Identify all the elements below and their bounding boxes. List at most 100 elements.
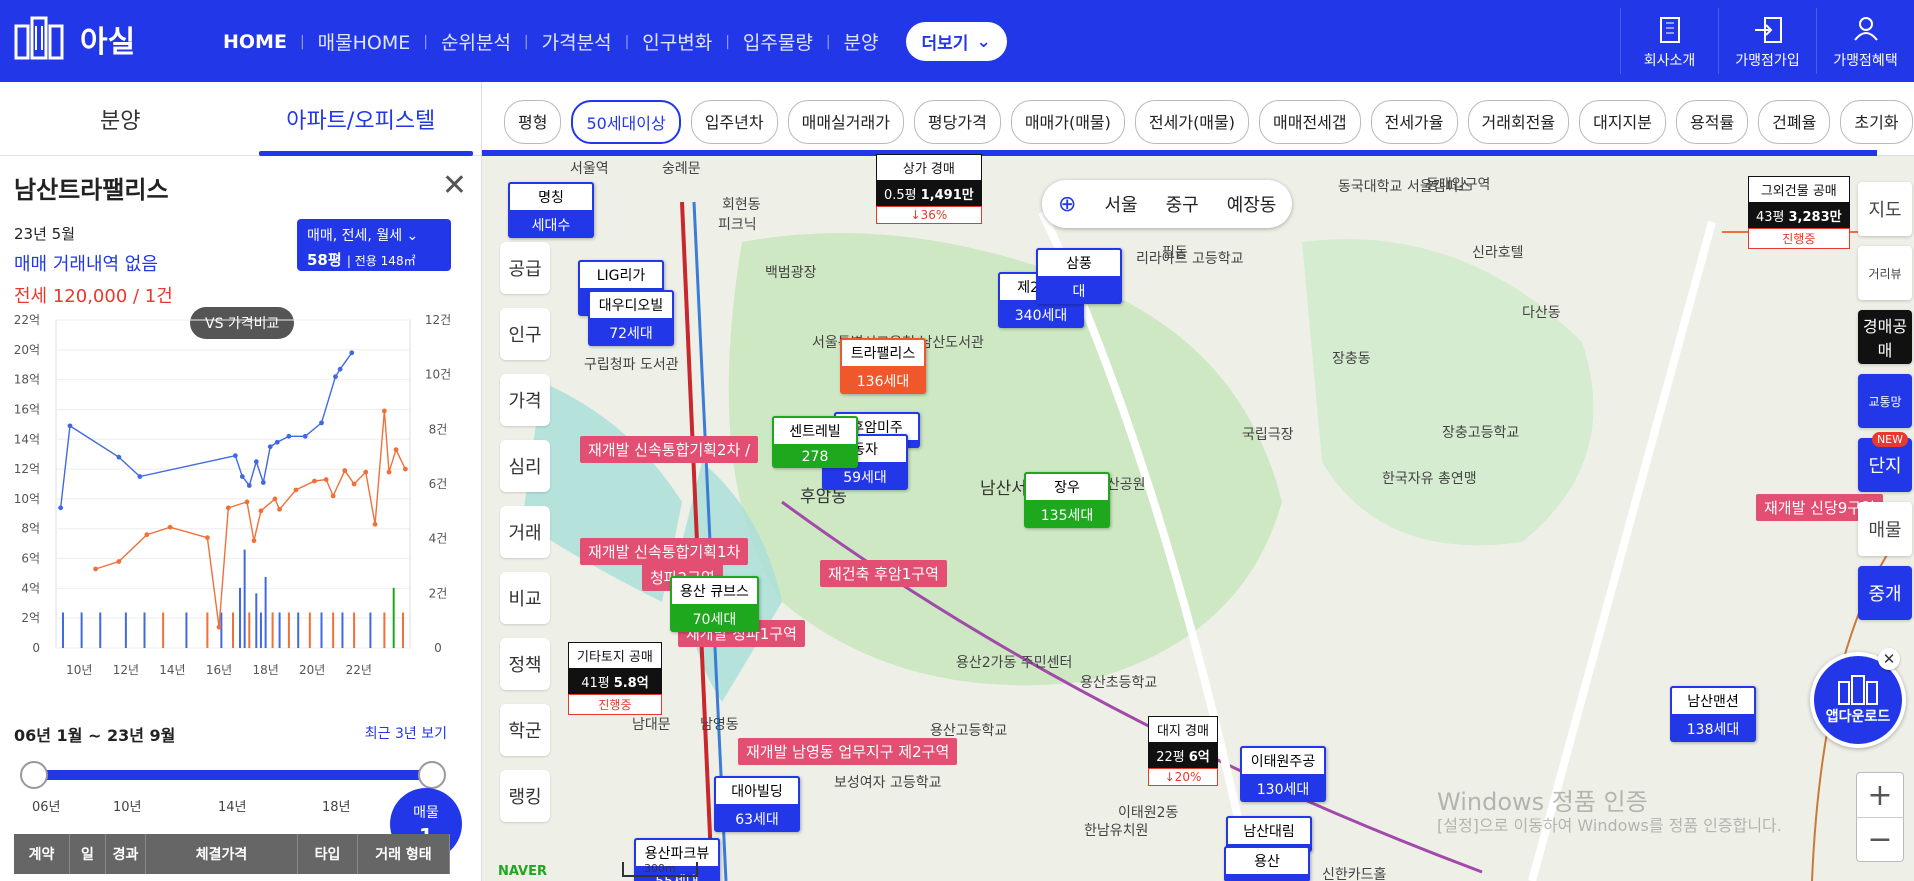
complex-marker[interactable]: 이태원주공 130세대 — [1240, 746, 1326, 802]
price-point — [167, 524, 173, 530]
left-tool-button[interactable]: 심리 — [500, 440, 550, 492]
nav-price-analysis[interactable]: 가격분석 — [529, 28, 625, 55]
auction-title: 대지 경매 — [1148, 716, 1218, 743]
auction-marker[interactable]: 대지 경매 22평 6억 ↓20% — [1148, 716, 1218, 786]
left-tool-button[interactable]: 거래 — [500, 506, 550, 558]
price-point — [393, 447, 399, 453]
filter-chip[interactable]: 평형 — [504, 100, 562, 144]
volume-bar — [124, 612, 127, 648]
right-tool-button[interactable]: 지도 — [1858, 182, 1912, 236]
auction-price: 43평 3,283만 — [1748, 203, 1850, 228]
y-right-tick-label: 10건 — [425, 368, 451, 382]
filter-chip[interactable]: 용적률 — [1676, 100, 1749, 144]
zoom-out-button[interactable]: − — [1857, 817, 1903, 861]
type-size: 58평 — [307, 251, 342, 269]
auction-marker[interactable]: 그외건물 공매 43평 3,283만 진행중 — [1748, 176, 1850, 249]
tab-presale[interactable]: 분양 — [0, 82, 241, 155]
filter-chip[interactable]: 입주년차 — [690, 100, 778, 144]
right-tool-button[interactable]: 매물 — [1858, 502, 1912, 556]
filter-chip[interactable]: 건폐율 — [1758, 100, 1831, 144]
right-tool-button[interactable]: 거리뷰 — [1858, 246, 1912, 300]
nav-supply[interactable]: 입주물량 — [730, 28, 826, 55]
complex-marker[interactable]: 대우디오빌 72세대 — [588, 290, 674, 346]
filter-chip[interactable]: 매매실거래가 — [787, 100, 904, 144]
franchise-benefit-link[interactable]: 가맹점혜택 — [1816, 8, 1914, 74]
more-button[interactable]: 더보기 ⌄ — [905, 22, 1007, 61]
left-tool-button[interactable]: 비교 — [500, 572, 550, 624]
price-point — [144, 532, 150, 538]
crosshair-icon[interactable]: ⊕ — [1058, 192, 1076, 217]
franchise-join-link[interactable]: 가맹점가입 — [1718, 8, 1816, 74]
volume-bar — [99, 612, 102, 648]
zoom-in-button[interactable]: + — [1857, 773, 1903, 817]
complex-marker[interactable]: 센트레빌 278 — [772, 416, 858, 468]
left-tool-button[interactable]: 학군 — [500, 704, 550, 756]
slider-start-handle[interactable] — [20, 761, 48, 789]
filter-chip[interactable]: 매매전세갭 — [1259, 100, 1361, 144]
volume-bar — [80, 612, 83, 648]
price-point — [216, 624, 222, 630]
period-slider[interactable] — [20, 761, 446, 789]
redevelopment-label[interactable]: 재개발 신속통합기획1차 — [580, 538, 749, 565]
complex-marker-name: 용산 — [1224, 846, 1310, 876]
company-intro-link[interactable]: 회사소개 — [1620, 8, 1718, 74]
complex-marker[interactable]: 대아빌딩 63세대 — [714, 776, 800, 832]
recent-3-years-link[interactable]: 최근 3년 보기 — [365, 723, 447, 743]
right-tool-button[interactable]: 중개 — [1858, 566, 1912, 620]
nav-population[interactable]: 인구변화 — [629, 28, 725, 55]
filter-scroll-indicator[interactable] — [482, 150, 1877, 156]
right-tool-button[interactable]: 교통망 — [1858, 374, 1912, 428]
table-header-cell: 거래 형태 — [358, 834, 450, 874]
left-tool-button[interactable]: 가격 — [500, 374, 550, 426]
location-city[interactable]: 서울 — [1104, 191, 1137, 217]
map-place-label: 장충고등학교 — [1442, 425, 1520, 441]
filter-chip[interactable]: 50세대이상 — [571, 100, 681, 144]
complex-marker[interactable]: 용산 — [1224, 846, 1310, 881]
right-tool-button[interactable]: 경매공매 — [1858, 310, 1912, 364]
redevelopment-label[interactable]: 재개발 신속통합기획2차 / — [580, 436, 759, 463]
tab-apartment-officetel[interactable]: 아파트/오피스텔 — [241, 82, 482, 156]
complex-marker[interactable]: 용산 큐브스 70세대 — [670, 576, 759, 632]
map-place-label: 다산동 — [1522, 305, 1561, 321]
close-icon[interactable]: ✕ — [1878, 648, 1900, 670]
complex-marker[interactable]: 장우 135세대 — [1024, 472, 1110, 528]
auction-amount: 6억 — [1188, 750, 1210, 765]
redevelopment-label[interactable]: 재개발 남영동 업무지구 제2구역 — [738, 738, 958, 765]
filter-chip[interactable]: 매매가(매물) — [1010, 100, 1125, 144]
filter-chip[interactable]: 거래회전율 — [1467, 100, 1570, 144]
close-icon[interactable]: ✕ — [442, 168, 467, 203]
filter-chip[interactable]: 전세가율 — [1370, 100, 1458, 144]
brand-logo[interactable]: 아실 — [14, 16, 135, 62]
map-place-label: 용산초등학교 — [1080, 675, 1158, 691]
map-view[interactable]: 평형 50세대이상 입주년차 매매실거래가 평당가격 매매가(매물) 전세가(매물) 매매전세… — [482, 82, 1914, 881]
left-tool-button[interactable]: 인구 — [500, 308, 550, 360]
filter-chip[interactable]: 대지지분 — [1579, 100, 1666, 144]
map-place-label: 신라호텔 — [1472, 245, 1524, 261]
nav-ranking[interactable]: 순위분석 — [428, 28, 524, 55]
location-dong[interactable]: 예장동 — [1227, 191, 1277, 217]
complex-marker[interactable]: 남산맨션 138세대 — [1670, 686, 1756, 742]
location-selector[interactable]: ⊕ 서울 중구 예장동 — [1042, 180, 1293, 228]
complex-marker[interactable]: 명칭 세대수 — [508, 182, 594, 238]
left-tool-button[interactable]: 정책 — [500, 638, 550, 690]
filter-chip[interactable]: 초기화 — [1840, 100, 1913, 144]
left-tool-button[interactable]: 공급 — [500, 242, 550, 294]
slider-end-handle[interactable] — [418, 761, 446, 789]
redevelopment-label[interactable]: 재건축 후암1구역 — [820, 560, 947, 587]
nav-listing-home[interactable]: 매물HOME — [305, 28, 424, 55]
complex-marker[interactable]: 트라팰리스 136세대 — [840, 338, 926, 394]
auction-marker[interactable]: 상가 경매 0.5평 1,491만 ↓36% — [876, 154, 982, 224]
filter-chip[interactable]: 평당가격 — [913, 100, 1001, 144]
complex-marker[interactable]: 삼풍 대 — [1036, 248, 1122, 304]
left-tool-button[interactable]: 랭킹 — [500, 770, 550, 822]
nav-home[interactable]: HOME — [210, 31, 300, 53]
price-point — [253, 459, 259, 465]
auction-marker[interactable]: 기타토지 공매 41평 5.8억 진행중 — [568, 642, 662, 715]
range-title: 06년 1월 ~ 23년 9월 — [14, 726, 176, 745]
filter-chip[interactable]: 전세가(매물) — [1134, 100, 1249, 144]
sidebar-tabs: 분양 아파트/오피스텔 — [0, 82, 481, 156]
price-point — [333, 374, 338, 380]
type-selector[interactable]: 매매, 전세, 월세 ⌄ 58평 | 전용 148㎡ — [297, 219, 451, 271]
location-district[interactable]: 중구 — [1166, 191, 1199, 217]
nav-presale[interactable]: 분양 — [831, 28, 892, 55]
